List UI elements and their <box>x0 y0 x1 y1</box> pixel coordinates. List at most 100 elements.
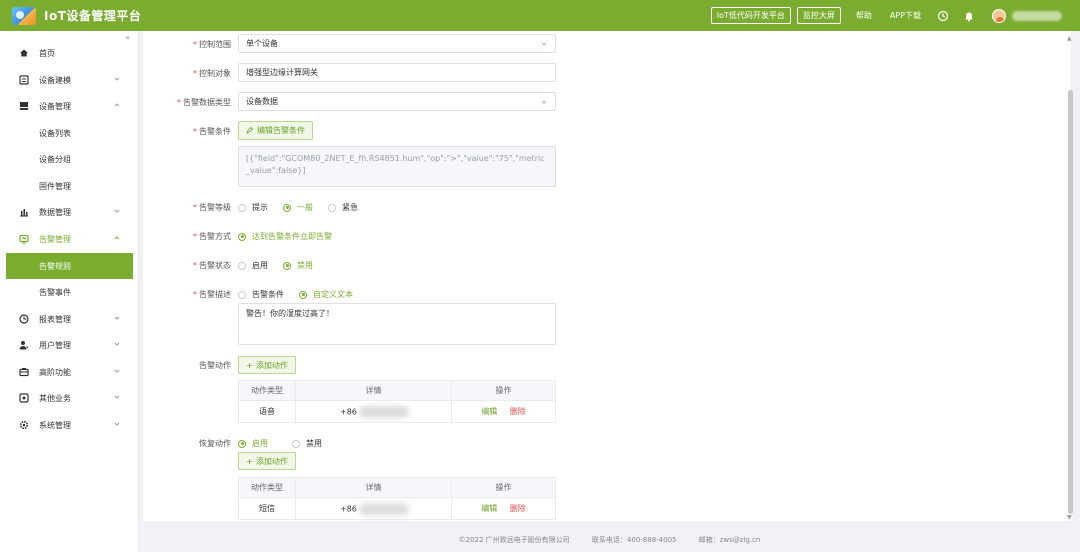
chevron-up-icon <box>114 103 120 107</box>
bell-icon[interactable] <box>963 10 975 22</box>
app-download-link[interactable]: APP下载 <box>890 10 921 21</box>
sidebar-item-system[interactable]: 系统管理 <box>0 412 139 438</box>
sidebar-item-label: 其他业务 <box>39 393 71 403</box>
status-radio-enable[interactable]: 启用 <box>238 260 268 271</box>
device-icon <box>20 102 28 110</box>
sidebar-item-device-management[interactable]: 设备管理 <box>0 93 139 119</box>
sidebar-item-device-modeling[interactable]: 设备建模 <box>0 67 139 93</box>
edit-condition-button[interactable]: 编辑告警条件 <box>238 121 313 140</box>
recover-radio-disable[interactable]: 禁用 <box>292 438 322 449</box>
status-radio-group: 启用 禁用 <box>238 260 328 271</box>
clock-icon[interactable] <box>937 10 949 22</box>
sidebar-item-label: 高阶功能 <box>39 367 71 377</box>
data-type-label: * 告警数据类型 <box>177 98 231 107</box>
table-header: 详情 <box>295 380 452 401</box>
sidebar-item-advanced[interactable]: 高阶功能 <box>0 359 139 385</box>
plus-icon: + <box>246 456 253 466</box>
action-ops-cell: 编辑 删除 <box>451 497 556 520</box>
sidebar-item-label: 数据管理 <box>39 207 71 217</box>
sidebar-item-label: 告警规则 <box>39 261 71 271</box>
home-icon <box>20 49 28 57</box>
chevron-down-icon <box>541 42 547 46</box>
desc-label: * 告警描述 <box>193 290 231 299</box>
action-table: 动作类型 详情 操作 语音 +86 编辑 删除 <box>238 380 556 423</box>
app-title: IoT设备管理平台 <box>44 9 142 23</box>
footer: ©2022 广州致远电子股份有限公司 联系电话：400-888-4005 邮箱：… <box>139 528 1080 552</box>
chevron-down-icon <box>541 100 547 104</box>
other-icon <box>19 393 29 403</box>
sidebar-item-users[interactable]: 用户管理 <box>0 332 139 358</box>
add-recover-action-button[interactable]: + 添加动作 <box>238 452 296 470</box>
edit-action-link[interactable]: 编辑 <box>481 407 497 416</box>
scrollbar-thumb[interactable] <box>1068 90 1073 514</box>
sidebar-item-label: 设备分组 <box>39 154 71 164</box>
level-radio-urgent[interactable]: 紧急 <box>328 202 358 213</box>
action-label: 告警动作 <box>199 361 231 370</box>
footer-phone: 联系电话：400-888-4005 <box>591 536 677 544</box>
alarm-icon <box>19 234 29 244</box>
avatar[interactable] <box>992 8 1006 23</box>
delete-action-link[interactable]: 删除 <box>510 504 526 513</box>
top-header: IoT设备管理平台 IoT低代码开发平台 监控大屏 帮助 APP下载 <box>0 0 1080 31</box>
data-type-select[interactable]: 设备数据 <box>238 92 556 111</box>
level-radio-normal[interactable]: 一般 <box>283 202 313 213</box>
recover-radio-enable[interactable]: 启用 <box>238 438 268 449</box>
report-icon <box>19 314 29 324</box>
sidebar-item-label: 系统管理 <box>39 420 71 430</box>
target-input[interactable]: 增强型边缘计算网关 <box>238 63 556 82</box>
sidebar-item-other-business[interactable]: 其他业务 <box>0 385 139 411</box>
chevron-down-icon <box>114 369 120 373</box>
edit-action-link[interactable]: 编辑 <box>481 504 497 513</box>
model-icon <box>19 75 29 85</box>
level-label: * 告警等级 <box>193 203 231 212</box>
scope-select[interactable]: 单个设备 <box>238 34 556 53</box>
lowcode-platform-button[interactable]: IoT低代码开发平台 <box>710 7 791 24</box>
table-header: 操作 <box>451 477 556 498</box>
username-blurred[interactable] <box>1012 10 1062 21</box>
sidebar-item-label: 告警事件 <box>39 287 71 297</box>
method-radio-group: 达到告警条件立即告警 <box>238 231 347 242</box>
desc-radio-group: 告警条件 自定义文本 <box>238 289 368 300</box>
advanced-icon <box>19 368 29 377</box>
sidebar-item-home[interactable]: 首页 <box>0 40 139 66</box>
action-type-cell: 语音 <box>238 400 296 423</box>
chevron-down-icon <box>114 209 120 213</box>
desc-textarea[interactable]: 警告！你的湿度过高了！ <box>238 303 556 345</box>
recover-label: 恢复动作 <box>199 439 231 448</box>
level-radio-group: 提示 一般 紧急 <box>238 202 373 213</box>
sidebar-item-alarm-events[interactable]: 告警事件 <box>0 279 139 305</box>
sidebar: « 首页 设备建模 设备管理 设备列表 设备分组 固件管理 数据管理 告警管理 … <box>0 31 139 552</box>
sidebar-item-data-management[interactable]: 数据管理 <box>0 199 139 225</box>
status-label: * 告警状态 <box>193 261 231 270</box>
desc-radio-condition[interactable]: 告警条件 <box>238 289 284 300</box>
monitor-screen-button[interactable]: 监控大屏 <box>796 7 841 24</box>
sidebar-item-label: 首页 <box>39 48 55 58</box>
sidebar-item-label: 设备列表 <box>39 128 71 138</box>
help-link[interactable]: 帮助 <box>856 10 872 21</box>
action-type-cell: 短信 <box>238 497 296 520</box>
table-header: 详情 <box>295 477 452 498</box>
chevron-down-icon <box>114 342 120 346</box>
scroll-down-arrow[interactable]: ▼ <box>1067 514 1072 521</box>
alarm-rule-form: *控制范围 单个设备 *增强型边缘计算网关控制对象 增强型边缘计算网关 *告警数… <box>143 31 1071 521</box>
status-radio-disable[interactable]: 禁用 <box>283 260 313 271</box>
desc-radio-custom[interactable]: 自定义文本 <box>299 289 353 300</box>
add-action-button[interactable]: + 添加动作 <box>238 356 296 374</box>
sidebar-item-device-list[interactable]: 设备列表 <box>0 120 139 146</box>
app-logo-icon <box>12 6 36 25</box>
table-header: 动作类型 <box>238 477 296 498</box>
chevron-down-icon <box>114 422 120 426</box>
footer-copyright: ©2022 广州致远电子股份有限公司 <box>458 536 570 544</box>
sidebar-item-alarm-rules[interactable]: 告警规则 <box>6 253 133 279</box>
delete-action-link[interactable]: 删除 <box>510 407 526 416</box>
sidebar-item-alarm-management[interactable]: 告警管理 <box>0 226 139 252</box>
method-radio-immediate[interactable]: 达到告警条件立即告警 <box>238 231 332 242</box>
level-radio-hint[interactable]: 提示 <box>238 202 268 213</box>
method-label: * 告警方式 <box>193 232 231 241</box>
sidebar-item-device-group[interactable]: 设备分组 <box>0 146 139 172</box>
sidebar-item-firmware[interactable]: 固件管理 <box>0 173 139 199</box>
sidebar-item-reports[interactable]: 报表管理 <box>0 306 139 332</box>
sidebar-item-label: 固件管理 <box>39 181 71 191</box>
scroll-up-arrow[interactable]: ▲ <box>1067 35 1072 42</box>
target-label: *增强型边缘计算网关控制对象 <box>193 69 231 78</box>
